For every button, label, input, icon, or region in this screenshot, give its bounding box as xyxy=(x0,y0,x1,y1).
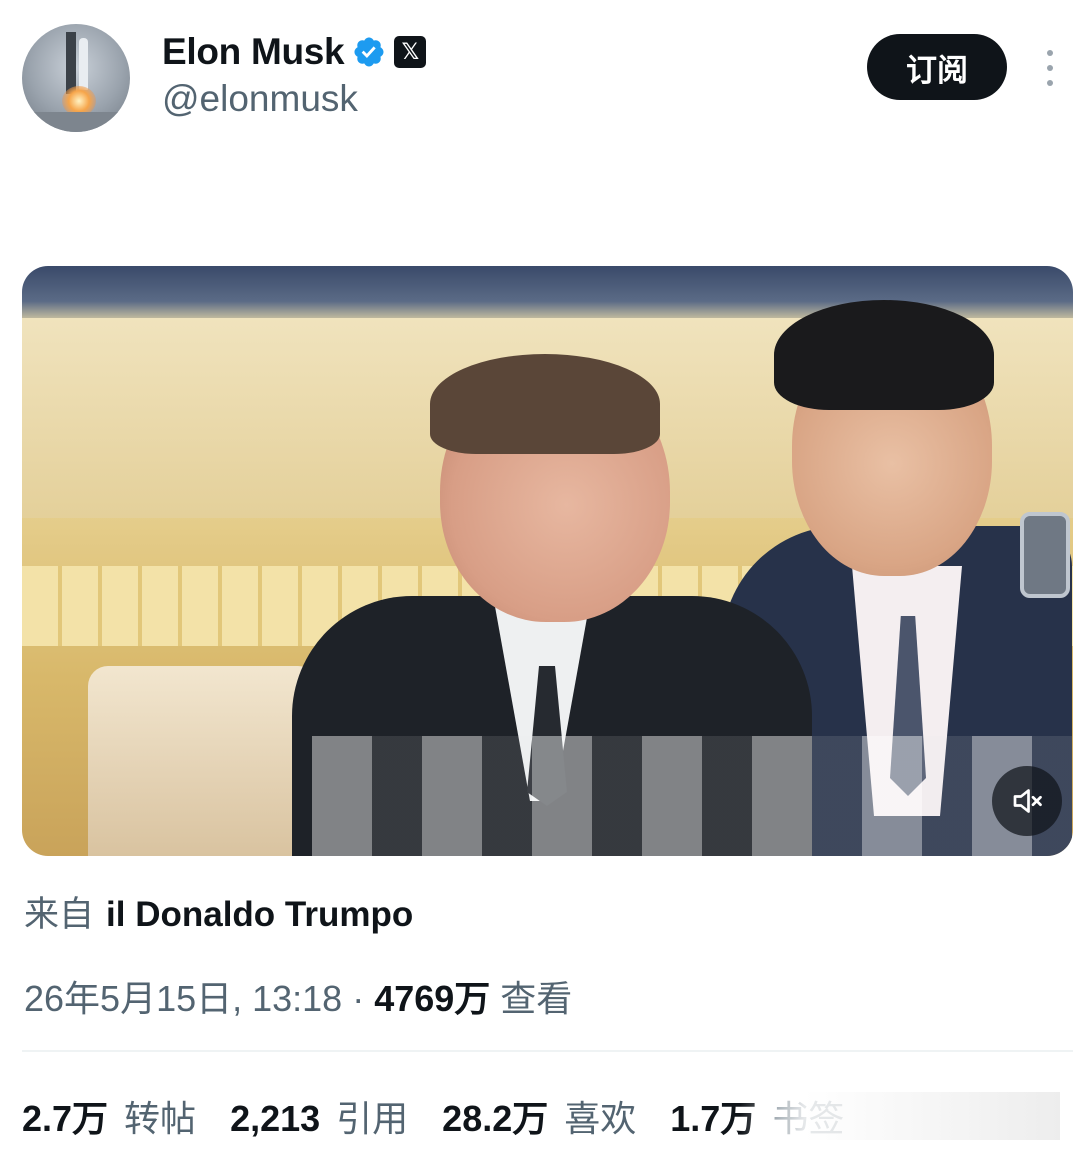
post-source: 来自 il Donaldo Trumpo xyxy=(24,886,413,937)
stat-label: 喜欢 xyxy=(564,1098,637,1139)
stat-value: 2.7万 xyxy=(22,1098,109,1139)
more-dot xyxy=(1047,50,1053,56)
more-dot xyxy=(1047,65,1053,71)
post-video[interactable] xyxy=(22,266,1073,856)
watermark-overlay xyxy=(740,1092,1060,1140)
post-meta: 26年5月15日, 13:18 · 4769万 查看 xyxy=(24,970,572,1022)
stat-label: 转帖 xyxy=(124,1098,197,1139)
more-dot xyxy=(1047,80,1053,86)
launch-tower xyxy=(66,32,76,94)
views-label: 查看 xyxy=(500,978,573,1019)
avatar-ground xyxy=(22,112,130,132)
x-affiliation-badge-icon[interactable]: 𝕏 xyxy=(394,36,427,68)
author-handle[interactable]: @elonmusk xyxy=(162,78,358,120)
stat-value: 28.2万 xyxy=(442,1098,549,1139)
stat-reposts[interactable]: 2.7万 转帖 xyxy=(22,1090,196,1142)
stat-quotes[interactable]: 2,213 引用 xyxy=(230,1090,408,1142)
verified-badge-icon[interactable] xyxy=(352,35,386,69)
video-person-center-hair xyxy=(430,354,660,454)
video-person-right-hair xyxy=(774,300,994,410)
stat-value: 2,213 xyxy=(230,1098,321,1139)
video-phone xyxy=(1020,512,1070,598)
author-display-name[interactable]: Elon Musk xyxy=(162,31,345,73)
post-timestamp[interactable]: 26年5月15日, 13:18 xyxy=(24,970,342,1022)
speaker-muted-glyph xyxy=(1013,789,1042,813)
divider xyxy=(22,1050,1073,1052)
views-count: 4769万 xyxy=(374,978,491,1019)
video-chair xyxy=(88,666,318,856)
stat-likes[interactable]: 28.2万 喜欢 xyxy=(442,1090,636,1142)
meta-separator: · xyxy=(352,978,365,1019)
source-prefix: 来自 xyxy=(24,895,95,934)
subscribe-button[interactable]: 订阅 xyxy=(867,34,1007,100)
avatar[interactable] xyxy=(22,24,130,132)
author-name-row: Elon Musk 𝕏 xyxy=(162,30,427,74)
video-wine-glasses xyxy=(312,736,1072,856)
speaker-muted-icon[interactable] xyxy=(992,766,1062,836)
source-name[interactable]: il Donaldo Trumpo xyxy=(106,895,413,935)
stat-label: 引用 xyxy=(336,1098,409,1139)
rocket-icon xyxy=(79,38,88,90)
more-vertical-icon[interactable] xyxy=(1040,50,1060,86)
post-view: Elon Musk 𝕏 @elonmusk 订阅 来自 il Donaldo T… xyxy=(0,0,1077,1152)
engagement-stats: 2.7万 转帖 2,213 引用 28.2万 喜欢 1.7万 书签 xyxy=(22,1090,844,1142)
